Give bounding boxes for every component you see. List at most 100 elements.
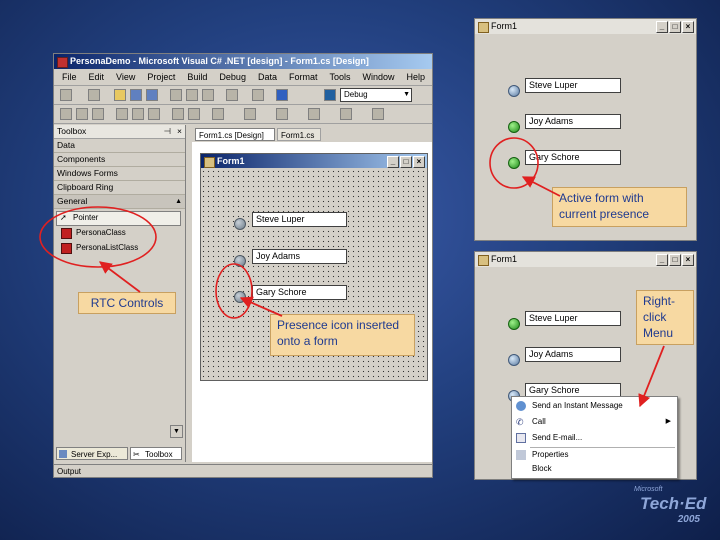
align-middles-icon[interactable] (132, 108, 144, 120)
menu-tools[interactable]: Tools (329, 72, 350, 82)
toolbox-scrollbar[interactable]: ▼ (170, 425, 183, 438)
menu-item-send-email[interactable]: Send E-mail... (512, 430, 677, 446)
toolbox-tab-windows-forms[interactable]: Windows Forms (54, 167, 185, 181)
pin-icon[interactable]: ⊣ (164, 125, 171, 138)
logo-year: 2005 (677, 514, 700, 525)
menu-item-block[interactable]: Block (512, 462, 677, 476)
save-all-icon[interactable] (146, 89, 158, 101)
make-same-size-icon[interactable] (172, 108, 184, 120)
copy-icon[interactable] (186, 89, 198, 101)
email-icon (516, 433, 526, 443)
open-icon[interactable] (114, 89, 126, 101)
new-project-icon[interactable] (60, 89, 72, 101)
toolbox-tab-general[interactable]: General ▲ (54, 195, 185, 209)
menu-form-title-bar: Form1 _ □ × (475, 252, 696, 267)
output-bar[interactable]: Output (54, 464, 432, 477)
solution-config-select[interactable]: Debug ▼ (340, 88, 412, 102)
maximize-icon[interactable]: □ (669, 254, 681, 266)
contact-field-2[interactable]: Joy Adams (525, 347, 621, 362)
add-item-icon[interactable] (88, 89, 100, 101)
menu-build[interactable]: Build (187, 72, 207, 82)
contact-field-3[interactable]: Gary Schore (525, 150, 621, 165)
tab-order-icon[interactable] (372, 108, 384, 120)
ide-title-bar: PersonaDemo - Microsoft Visual C# .NET [… (54, 54, 432, 69)
menu-window[interactable]: Window (363, 72, 395, 82)
toolbox-bottom-tab[interactable]: ✂ Toolbox (130, 447, 182, 460)
send-back-icon[interactable] (340, 108, 352, 120)
doc-tab-design-label: Form1.cs [Design] (199, 131, 264, 140)
callout-presence-icon: Presence icon inserted onto a form (270, 314, 415, 356)
close-icon[interactable]: × (177, 125, 182, 138)
menu-form-title: Form1 (491, 254, 518, 264)
menu-item-send-im[interactable]: Send an Instant Message (512, 398, 677, 414)
close-icon[interactable]: × (682, 21, 694, 33)
presence-icon-online[interactable] (508, 157, 520, 169)
menu-help[interactable]: Help (407, 72, 426, 82)
bring-front-icon[interactable] (308, 108, 320, 120)
presence-icon-away[interactable] (508, 85, 520, 97)
menu-data[interactable]: Data (258, 72, 277, 82)
maximize-icon[interactable]: □ (669, 21, 681, 33)
minimize-icon[interactable]: _ (387, 156, 399, 168)
presence-icon-online[interactable] (508, 121, 520, 133)
menu-edit[interactable]: Edit (89, 72, 105, 82)
cut-icon[interactable] (170, 89, 182, 101)
presence-icon[interactable] (234, 218, 246, 230)
block-label: Block (532, 464, 552, 473)
center-icon[interactable] (276, 108, 288, 120)
menu-item-call[interactable]: ✆ Call ▶ (512, 414, 677, 430)
align-rights-icon[interactable] (92, 108, 104, 120)
contact-field-2[interactable]: Joy Adams (525, 114, 621, 129)
callout-presence-text: Presence icon inserted onto a form (277, 318, 400, 348)
hspacing-icon[interactable] (212, 108, 224, 120)
toolbox-item-personalistclass[interactable]: PersonaListClass (56, 241, 181, 254)
align-lefts-icon[interactable] (60, 108, 72, 120)
navigate-icon[interactable] (276, 89, 288, 101)
presence-icon-online[interactable] (508, 318, 520, 330)
presence-icon[interactable] (234, 255, 246, 267)
align-tops-icon[interactable] (116, 108, 128, 120)
undo-icon[interactable] (226, 89, 238, 101)
server-explorer-tab[interactable]: Server Exp... (56, 447, 128, 460)
logo-event: Tech·Ed (640, 494, 707, 513)
menu-item-properties[interactable]: Properties (512, 448, 677, 462)
presence-icon-away[interactable] (508, 354, 520, 366)
designer-textbox-3[interactable]: Gary Schore (252, 285, 347, 300)
toolbox-tab-data[interactable]: Data (54, 139, 185, 153)
minimize-icon[interactable]: _ (656, 254, 668, 266)
personaclass-label: PersonaClass (76, 228, 126, 237)
form-icon (204, 157, 215, 168)
paste-icon[interactable] (202, 89, 214, 101)
menu-format[interactable]: Format (289, 72, 318, 82)
doc-tab-code[interactable]: Form1.cs (277, 128, 321, 141)
save-icon[interactable] (130, 89, 142, 101)
designer-textbox-1[interactable]: Steve Luper (252, 212, 347, 227)
start-icon[interactable] (324, 89, 336, 101)
toolbox-tab-clipboard-ring[interactable]: Clipboard Ring (54, 181, 185, 195)
doc-tab-design[interactable]: Form1.cs [Design] (195, 128, 275, 141)
menu-view[interactable]: View (116, 72, 135, 82)
menu-file[interactable]: File (62, 72, 77, 82)
designer-textbox-2[interactable]: Joy Adams (252, 249, 347, 264)
vspacing-icon[interactable] (244, 108, 256, 120)
align-centers-icon[interactable] (76, 108, 88, 120)
callout-rtc-controls: RTC Controls (78, 292, 176, 314)
server-explorer-icon (59, 450, 67, 458)
scroll-up-icon[interactable]: ▲ (175, 195, 182, 208)
contact-field-1[interactable]: Steve Luper (525, 311, 621, 326)
menu-debug[interactable]: Debug (219, 72, 246, 82)
toolbox-item-pointer[interactable]: ➚ Pointer (56, 211, 181, 226)
close-icon[interactable]: × (682, 254, 694, 266)
minimize-icon[interactable]: _ (656, 21, 668, 33)
toolbox-item-personaclass[interactable]: PersonaClass (56, 226, 181, 239)
close-icon[interactable]: × (413, 156, 425, 168)
redo-icon[interactable] (252, 89, 264, 101)
contact-field-1[interactable]: Steve Luper (525, 78, 621, 93)
toolbox-tab-components[interactable]: Components (54, 153, 185, 167)
presence-icon[interactable] (234, 291, 246, 303)
align-bottoms-icon[interactable] (148, 108, 160, 120)
maximize-icon[interactable]: □ (400, 156, 412, 168)
size-to-grid-icon[interactable] (188, 108, 200, 120)
doc-tab-code-label: Form1.cs (281, 131, 315, 140)
menu-project[interactable]: Project (147, 72, 175, 82)
